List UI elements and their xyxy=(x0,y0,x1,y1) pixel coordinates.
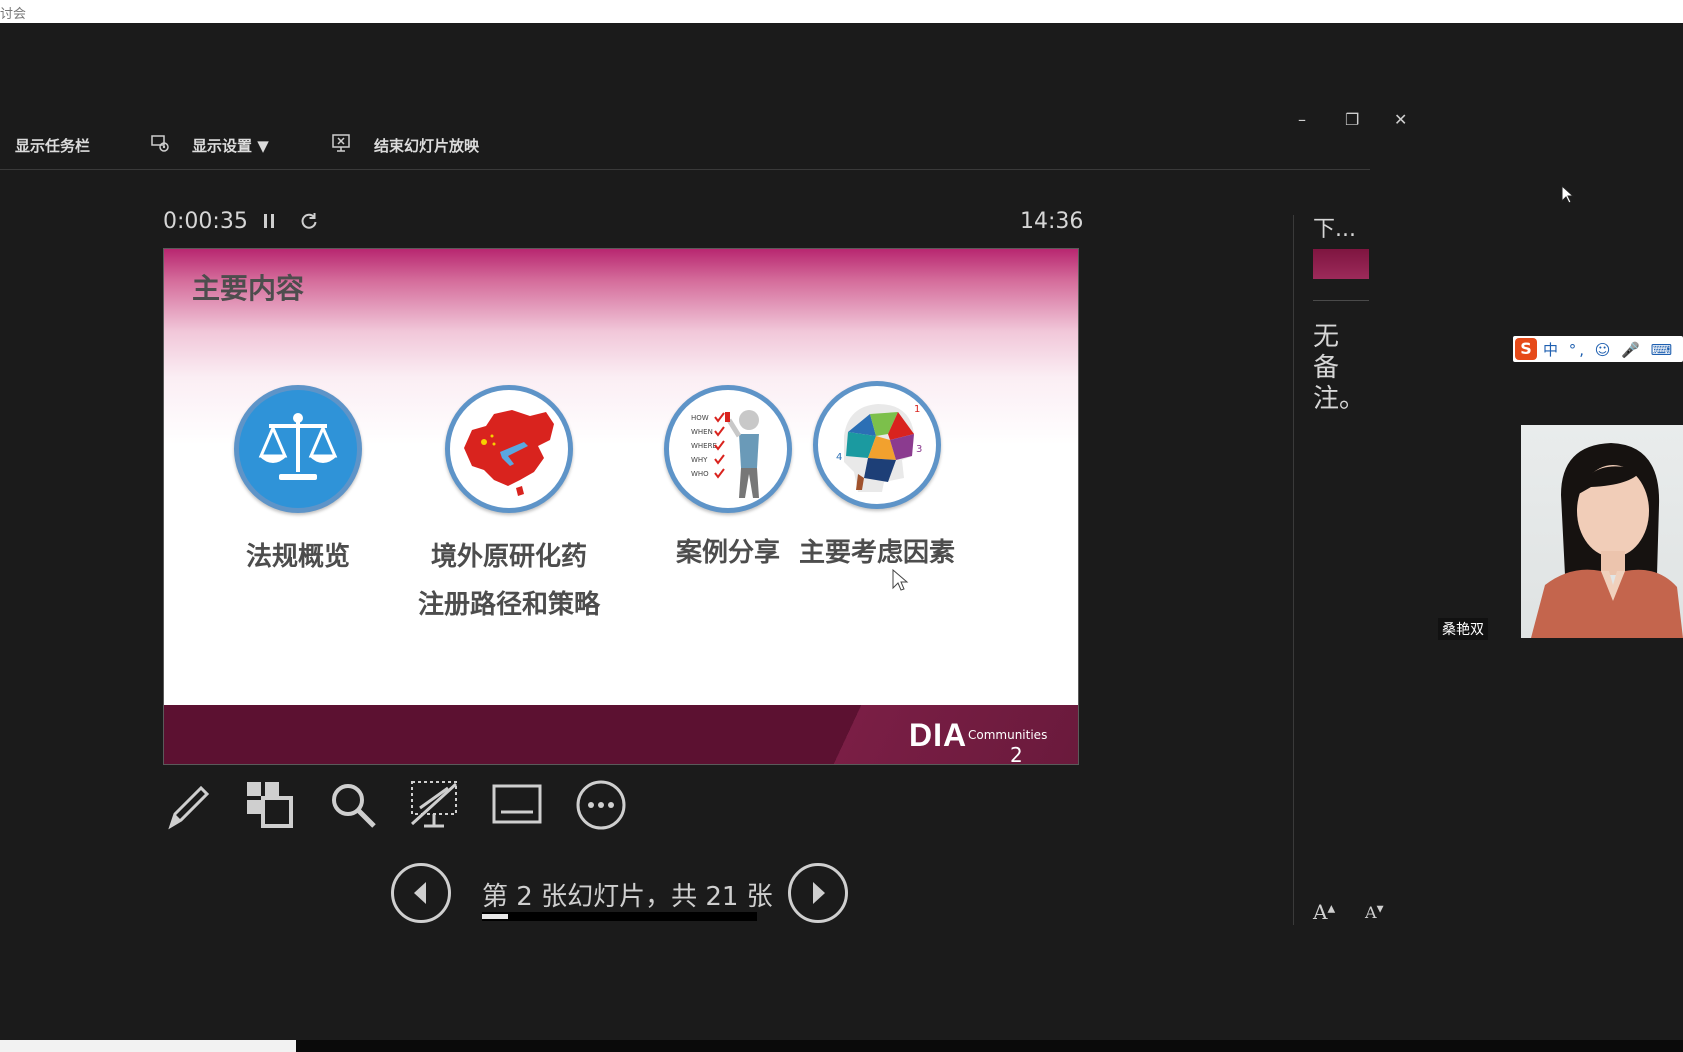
toolbar-divider xyxy=(0,169,1370,170)
ime-toolbar[interactable]: S 中 °, ☺ 🎤 ⌨ 👕 ⚙ xyxy=(1513,336,1683,362)
slide-title: 主要内容 xyxy=(192,272,305,305)
pen-icon[interactable] xyxy=(163,778,217,832)
speaker-notes: 无备注。 xyxy=(1313,322,1366,414)
clock: 14:36 xyxy=(1020,209,1084,234)
webcam-video xyxy=(1521,425,1683,638)
sogou-logo-icon: S xyxy=(1515,338,1537,360)
chevron-left-icon xyxy=(414,882,426,904)
participant-name-label: 桑艳双 xyxy=(1438,618,1488,640)
panel-divider xyxy=(1293,215,1294,925)
topic-label: 案例分享 xyxy=(675,538,780,568)
elapsed-timer: 0:00:35 xyxy=(163,209,248,234)
display-settings-dropdown[interactable]: 显示设置 ▼ xyxy=(192,135,269,156)
next-slide-thumbnail[interactable] xyxy=(1313,249,1369,279)
next-slide-button[interactable] xyxy=(788,863,848,923)
window-title-bar: 讨会 xyxy=(0,0,1683,23)
slide-number: 2 xyxy=(1010,743,1023,765)
close-button[interactable]: ✕ xyxy=(1394,110,1407,129)
show-taskbar-button[interactable]: 显示任务栏 xyxy=(15,135,90,156)
decrease-font-icon[interactable]: A▼ xyxy=(1365,903,1383,922)
svg-text:4: 4 xyxy=(836,452,842,463)
checklist-where: WHERE xyxy=(691,442,717,450)
current-slide[interactable]: 主要内容 法规概览 境外原研化药 注册路径和策略 HOW WHEN WHERE … xyxy=(163,248,1079,765)
topic-regulations: 法规概览 xyxy=(234,385,362,583)
taskbar-search-area[interactable] xyxy=(0,1040,296,1052)
window-title: 讨会 xyxy=(0,7,27,22)
slide-progress-track[interactable] xyxy=(482,912,757,921)
checklist-when: WHEN xyxy=(691,428,713,436)
scales-icon xyxy=(234,385,362,513)
see-all-slides-icon[interactable] xyxy=(243,778,297,832)
mouse-cursor-icon xyxy=(892,568,910,597)
end-slideshow-button[interactable]: 结束幻灯片放映 xyxy=(374,135,479,156)
slide-counter[interactable]: 第 2 张幻灯片，共 21 张 xyxy=(482,876,773,913)
checklist-how: HOW xyxy=(691,414,709,422)
puzzle-head-icon: 4 3 1 xyxy=(813,381,941,509)
dia-logo: DIA xyxy=(909,717,968,753)
topic-label: 主要考虑因素 xyxy=(798,538,955,568)
dia-communities-text: Communities xyxy=(968,728,1048,742)
more-options-icon[interactable] xyxy=(574,778,628,832)
black-screen-icon[interactable] xyxy=(408,778,462,832)
restart-timer-icon[interactable] xyxy=(299,211,319,235)
checklist-person-icon: HOW WHEN WHERE WHY WHO xyxy=(664,385,792,513)
previous-slide-button[interactable] xyxy=(391,863,451,923)
participant-photo-icon xyxy=(1531,443,1683,638)
presenter-toolbar: 显示任务栏 显示设置 ▼ 结束幻灯片放映 xyxy=(0,120,1370,170)
notes-divider xyxy=(1313,300,1369,301)
svg-text:3: 3 xyxy=(916,444,922,455)
pause-icon[interactable] xyxy=(261,212,277,234)
topic-label: 法规概览 xyxy=(245,542,350,572)
checklist-why: WHY xyxy=(691,456,708,464)
zoom-icon[interactable] xyxy=(326,778,380,832)
topic-key-considerations: 4 3 1 主要考虑因素 xyxy=(782,381,972,579)
end-slideshow-icon[interactable] xyxy=(331,133,351,157)
china-map-icon xyxy=(445,385,573,513)
topic-registration-strategy: 境外原研化药 注册路径和策略 xyxy=(404,385,614,631)
increase-font-icon[interactable]: A▲ xyxy=(1313,900,1335,924)
slide-footer: DIA Communities 2 xyxy=(164,705,1078,764)
topic-label-line1: 境外原研化药 xyxy=(430,542,587,572)
next-slide-label: 下... xyxy=(1313,217,1356,242)
slide-progress-fill xyxy=(482,914,508,919)
checklist-who: WHO xyxy=(691,470,709,478)
mouse-pointer-icon xyxy=(1561,184,1575,209)
chevron-right-icon xyxy=(813,882,825,904)
topic-label-line2: 注册路径和策略 xyxy=(417,590,600,620)
topic-case-sharing: HOW WHEN WHERE WHY WHO 案例分享 xyxy=(664,385,792,579)
ime-status-icons: 中 °, ☺ 🎤 ⌨ 👕 ⚙ xyxy=(1543,341,1683,359)
svg-text:1: 1 xyxy=(914,404,920,415)
display-settings-icon[interactable] xyxy=(150,133,170,157)
subtitles-icon[interactable] xyxy=(491,778,545,832)
